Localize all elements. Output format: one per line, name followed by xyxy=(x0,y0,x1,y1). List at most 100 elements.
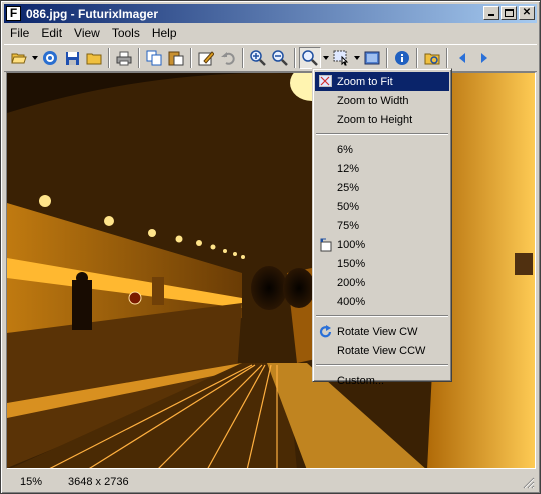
edit-button[interactable] xyxy=(195,47,217,69)
minimize-icon xyxy=(488,14,494,16)
menu-edit[interactable]: Edit xyxy=(35,26,68,40)
rotate-ccw-label: Rotate View CCW xyxy=(337,344,426,357)
browse-icon xyxy=(43,51,57,65)
paste-button[interactable] xyxy=(165,47,187,69)
zoom-to-height-item[interactable]: Zoom to Height xyxy=(315,110,449,129)
zoom-to-fit-item[interactable]: Zoom to Fit xyxy=(315,72,449,91)
toolbar-separator xyxy=(386,48,388,68)
zoom-level-item[interactable]: 200% xyxy=(315,273,449,292)
image-viewport[interactable] xyxy=(6,72,536,469)
next-image-button[interactable] xyxy=(473,47,495,69)
fullscreen-icon xyxy=(364,51,380,65)
select-dropdown-arrow[interactable] xyxy=(352,47,361,69)
toolbar-separator xyxy=(416,48,418,68)
menu-separator xyxy=(316,364,448,366)
toolbar-separator xyxy=(108,48,110,68)
menu-view[interactable]: View xyxy=(68,26,106,40)
print-button[interactable] xyxy=(113,47,135,69)
edit-icon xyxy=(198,51,214,66)
magnifier-icon xyxy=(302,50,318,66)
maximize-icon xyxy=(505,9,514,17)
select-icon xyxy=(333,50,349,66)
chevron-down-icon xyxy=(322,56,329,60)
undo-icon xyxy=(221,52,235,65)
menu-tools[interactable]: Tools xyxy=(106,26,146,40)
info-icon xyxy=(395,51,409,65)
print-icon xyxy=(116,51,132,65)
window-title: 086.jpg - FuturixImager xyxy=(26,6,159,21)
zoom-level-item[interactable]: 75% xyxy=(315,216,449,235)
photo-underground-station xyxy=(7,73,535,468)
select-tool-button[interactable] xyxy=(330,47,352,69)
zoom-level-item[interactable]: 100% xyxy=(315,235,449,254)
menu-bar: File Edit View Tools Help xyxy=(4,24,183,42)
toolbar xyxy=(4,44,537,72)
arrow-right-icon xyxy=(481,53,487,63)
save-button[interactable] xyxy=(61,47,83,69)
menu-separator xyxy=(316,133,448,135)
zoom-menu-button[interactable] xyxy=(299,47,321,69)
rotate-cw-item[interactable]: Rotate View CW xyxy=(315,322,449,341)
zoom-level-item[interactable]: 25% xyxy=(315,178,449,197)
zoom-level-label: 400% xyxy=(337,295,366,308)
close-icon: ✕ xyxy=(522,7,532,18)
copy-button[interactable] xyxy=(143,47,165,69)
menu-file[interactable]: File xyxy=(4,26,35,40)
menu-help[interactable]: Help xyxy=(146,26,183,40)
info-button[interactable] xyxy=(391,47,413,69)
zoom-dropdown-arrow[interactable] xyxy=(321,47,330,69)
minimize-button[interactable] xyxy=(483,6,499,20)
zoom-level-item[interactable]: 50% xyxy=(315,197,449,216)
app-icon: F xyxy=(6,6,21,21)
zoom-level-label: 12% xyxy=(337,162,360,175)
custom-zoom-label: Custom... xyxy=(337,374,385,387)
copy-icon xyxy=(146,50,162,66)
zoom-level-item[interactable]: 150% xyxy=(315,254,449,273)
status-dimensions: 3648 x 2736 xyxy=(68,476,129,488)
custom-zoom-item[interactable]: Custom... xyxy=(315,371,449,390)
zoom-in-icon xyxy=(250,50,266,66)
save-icon xyxy=(65,51,79,65)
close-button[interactable]: ✕ xyxy=(519,6,535,20)
resize-grip-icon xyxy=(523,477,535,489)
zoom-level-label: 75% xyxy=(337,219,360,232)
open-button[interactable] xyxy=(8,47,30,69)
toolbar-separator xyxy=(190,48,192,68)
chevron-down-icon xyxy=(31,56,38,60)
toolbar-separator xyxy=(242,48,244,68)
folder-button[interactable] xyxy=(83,47,105,69)
zoom-level-label: 200% xyxy=(337,276,366,289)
zoom-out-button[interactable] xyxy=(269,47,291,69)
undo-button[interactable] xyxy=(217,47,239,69)
zoom-level-item[interactable]: 400% xyxy=(315,292,449,311)
chevron-down-icon xyxy=(353,56,360,60)
zoom-dropdown-menu: Zoom to Fit Zoom to Width Zoom to Height… xyxy=(312,68,452,387)
browse-button[interactable] xyxy=(39,47,61,69)
rotate-ccw-item[interactable]: Rotate View CCW xyxy=(315,341,449,360)
paste-icon xyxy=(168,51,184,66)
thumbnails-icon xyxy=(424,53,440,64)
open-folder-icon xyxy=(11,53,27,64)
zoom-to-width-item[interactable]: Zoom to Width xyxy=(315,91,449,110)
app-window: F 086.jpg - FuturixImager ✕ File Edit Vi… xyxy=(0,0,541,494)
previous-image-button[interactable] xyxy=(451,47,473,69)
zoom-level-label: 6% xyxy=(337,143,353,156)
maximize-button[interactable] xyxy=(501,6,517,20)
zoom-fit-icon xyxy=(318,74,334,89)
zoom-level-item[interactable]: 12% xyxy=(315,159,449,178)
title-bar[interactable]: F 086.jpg - FuturixImager ✕ xyxy=(4,4,537,23)
toolbar-separator xyxy=(446,48,448,68)
zoom-level-item[interactable]: 6% xyxy=(315,140,449,159)
arrow-left-icon xyxy=(459,53,465,63)
rotate-cw-label: Rotate View CW xyxy=(337,325,418,338)
zoom-to-fit-label: Zoom to Fit xyxy=(337,75,393,88)
zoom-to-width-label: Zoom to Width xyxy=(337,94,409,107)
zoom-to-height-label: Zoom to Height xyxy=(337,113,413,126)
thumbnails-button[interactable] xyxy=(421,47,443,69)
zoom-level-label: 100% xyxy=(337,238,366,251)
open-dropdown-arrow[interactable] xyxy=(30,47,39,69)
actual-size-icon xyxy=(318,237,334,252)
zoom-in-button[interactable] xyxy=(247,47,269,69)
status-zoom: 15% xyxy=(20,476,43,488)
fullscreen-button[interactable] xyxy=(361,47,383,69)
